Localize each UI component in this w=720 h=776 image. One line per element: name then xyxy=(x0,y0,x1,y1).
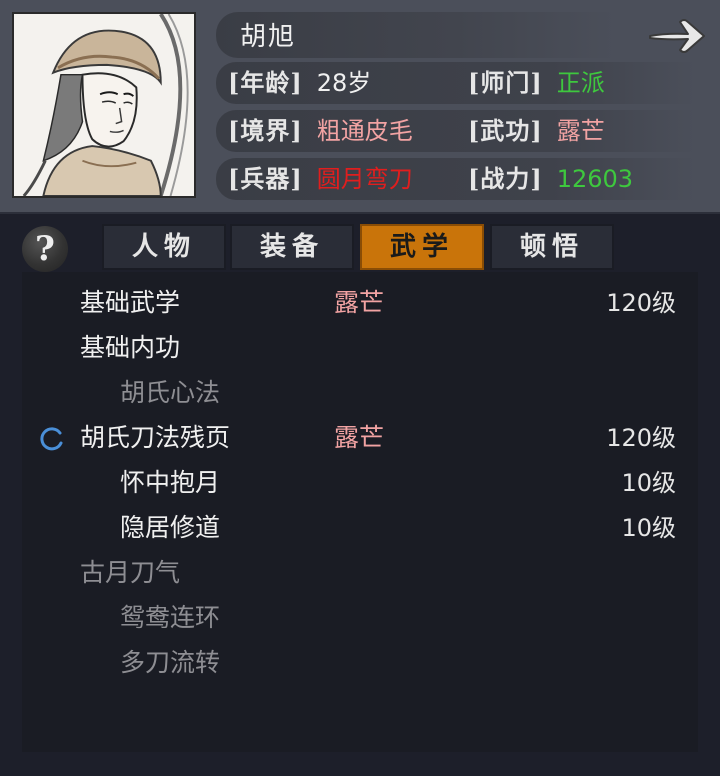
skill-row[interactable]: 胡氏刀法残页 露芒 120级 xyxy=(0,416,720,460)
stat-martial: [武功] 露芒 xyxy=(468,114,605,148)
skill-name: 多刀流转 xyxy=(120,648,221,677)
martial-value: 露芒 xyxy=(556,117,605,145)
skill-level: 10级 xyxy=(621,469,676,497)
skill-name: 胡氏刀法残页 xyxy=(80,423,231,452)
skill-name: 古月刀气 xyxy=(80,558,181,587)
skill-level: 120级 xyxy=(606,424,676,452)
tab-character[interactable]: 人物 xyxy=(102,224,226,270)
skill-name: 怀中抱月 xyxy=(120,468,221,497)
stat-sect: [师门] 正派 xyxy=(468,66,605,100)
tab-enlightenment[interactable]: 顿悟 xyxy=(490,224,614,270)
age-label: [年龄] xyxy=(228,68,303,97)
stat-realm: [境界] 粗通皮毛 xyxy=(228,114,413,148)
arrow-right-icon xyxy=(649,19,705,53)
skill-style: 露芒 xyxy=(334,288,385,317)
character-header: 胡旭 [年龄] 28岁 [师门] 正派 [境界] 粗通皮毛 [武功] 露芒 [兵器] 圆月… xyxy=(0,0,720,212)
skill-row[interactable]: 古月刀气 xyxy=(0,551,720,595)
skill-name: 隐居修道 xyxy=(120,513,221,542)
power-value: 12603 xyxy=(556,165,634,193)
realm-label: [境界] xyxy=(228,116,303,145)
skill-row[interactable]: 胡氏心法 xyxy=(0,371,720,415)
skill-row[interactable]: 基础武学 露芒 120级 xyxy=(0,281,720,325)
skill-name: 鸳鸯连环 xyxy=(120,603,221,632)
skill-style: 露芒 xyxy=(334,423,385,452)
portrait-illustration xyxy=(14,14,194,196)
help-button[interactable]: ? xyxy=(22,226,68,272)
skill-row[interactable]: 怀中抱月 10级 xyxy=(0,461,720,505)
sect-label: [师门] xyxy=(468,68,543,97)
skill-name: 胡氏心法 xyxy=(120,378,221,407)
weapon-value: 圆月弯刀 xyxy=(316,165,413,193)
question-mark-icon: ? xyxy=(35,229,55,269)
skill-level: 120级 xyxy=(606,289,676,317)
skill-name: 基础武学 xyxy=(80,288,181,317)
stat-power: [战力] 12603 xyxy=(468,162,633,196)
tab-martial-arts[interactable]: 武学 xyxy=(360,224,484,270)
power-label: [战力] xyxy=(468,164,543,193)
martial-label: [武功] xyxy=(468,116,543,145)
realm-value: 粗通皮毛 xyxy=(316,117,413,145)
sect-value: 正派 xyxy=(556,69,605,97)
character-name: 胡旭 xyxy=(240,22,297,52)
stat-weapon: [兵器] 圆月弯刀 xyxy=(228,162,413,196)
weapon-label: [兵器] xyxy=(228,164,303,193)
loading-spinner-icon xyxy=(40,427,63,451)
character-portrait xyxy=(12,12,196,198)
skill-row[interactable]: 基础内功 xyxy=(0,326,720,370)
next-character-button[interactable] xyxy=(646,14,708,58)
skill-name: 基础内功 xyxy=(80,333,181,362)
age-value: 28岁 xyxy=(316,69,372,97)
skill-row[interactable]: 隐居修道 10级 xyxy=(0,506,720,550)
skill-row[interactable]: 多刀流转 xyxy=(0,641,720,685)
skill-level: 10级 xyxy=(621,514,676,542)
tab-equipment[interactable]: 装备 xyxy=(230,224,354,270)
skill-row[interactable]: 鸳鸯连环 xyxy=(0,596,720,640)
stat-age: [年龄] 28岁 xyxy=(228,66,371,100)
tab-bar: 人物 装备 武学 顿悟 xyxy=(102,224,622,270)
